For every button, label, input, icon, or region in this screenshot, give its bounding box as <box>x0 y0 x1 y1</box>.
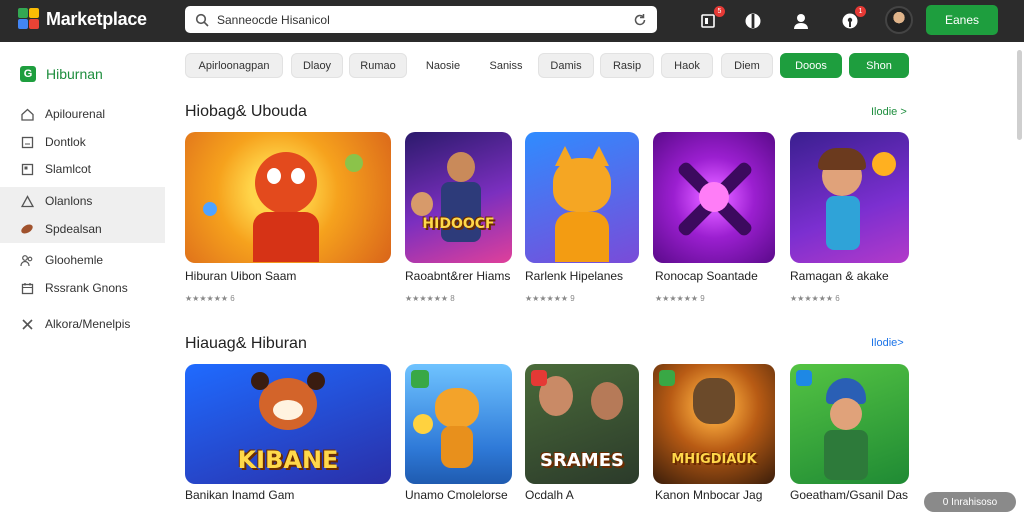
tools-icon <box>20 317 34 331</box>
app-card-art-text: SRAMES <box>540 450 624 471</box>
triangle-icon <box>20 194 34 208</box>
search-bar[interactable] <box>185 6 657 33</box>
app-card-art-text: MHIGDIAUK <box>671 452 757 467</box>
square-icon <box>20 162 34 176</box>
app-card-rating: ★★★★★★ 9 <box>655 294 705 303</box>
app-card-image[interactable]: HIDOOCF <box>405 132 512 263</box>
scrollbar[interactable] <box>1017 50 1022 140</box>
avatar[interactable] <box>885 6 913 34</box>
account-icon[interactable] <box>789 9 813 33</box>
app-card-title[interactable]: Ronocap Soantade <box>655 269 758 283</box>
app-card-image[interactable] <box>405 364 512 484</box>
app-card-image[interactable] <box>525 132 639 263</box>
footer-pill[interactable]: 0 Inrahisoso <box>924 492 1016 512</box>
app-card-title[interactable]: Raoabnt&rer Hiams <box>405 269 510 283</box>
app-card-art-text: HIDOOCF <box>422 216 495 232</box>
alerts-badge: 1 <box>855 6 866 17</box>
sidebar-item-people[interactable]: Gloohemle <box>0 246 165 274</box>
people-icon <box>20 253 34 267</box>
home-icon <box>20 107 34 121</box>
store-icon: G <box>20 66 36 82</box>
app-card-image[interactable] <box>790 132 909 263</box>
app-card-rating: ★★★★★★ 6 <box>790 294 840 303</box>
chip-filter[interactable]: Dlaoy <box>291 53 343 78</box>
alerts-icon[interactable]: 1 <box>838 6 866 33</box>
app-card-title[interactable]: Hiburan Uibon Saam <box>185 269 296 283</box>
app-card-image[interactable] <box>185 132 391 263</box>
see-more-link[interactable]: Ilodie> <box>871 337 904 349</box>
sidebar: G Hiburnan Apilourenal Dontlok Slamlcot … <box>0 42 165 512</box>
chip-filter[interactable]: Damis <box>538 53 594 78</box>
app-card-title[interactable]: Ramagan & akake <box>790 269 889 283</box>
chip-filter-active[interactable]: Dooos <box>780 53 842 78</box>
notification-badge: 5 <box>714 6 725 17</box>
brand-title: Marketplace <box>46 8 147 29</box>
app-card-title[interactable]: Banikan Inamd Gam <box>185 488 294 502</box>
chip-filter[interactable]: Rumao <box>349 53 407 78</box>
chip-filter[interactable]: Haok <box>661 53 713 78</box>
chip-filter[interactable]: Apirloonagpan <box>185 53 283 78</box>
app-card-image[interactable]: MHIGDIAUK <box>653 364 775 484</box>
document-icon <box>20 135 34 149</box>
app-card-image[interactable]: KIBANE <box>185 364 391 484</box>
app-card-image[interactable] <box>653 132 775 263</box>
chip-filter[interactable]: Diem <box>721 53 773 78</box>
app-card-rating: ★★★★★★ 8 <box>405 294 455 303</box>
notifications-icon[interactable]: 5 <box>697 6 725 33</box>
app-card-title[interactable]: Rarlenk Hipelanes <box>525 269 623 283</box>
chip-filter[interactable]: Naosie <box>415 53 471 78</box>
section-title: Hiobag& Ubouda <box>185 103 307 120</box>
app-card-rating: ★★★★★★ 6 <box>185 294 235 303</box>
play-icon[interactable] <box>741 9 765 33</box>
app-card-title[interactable]: Unamo Cmolelorse <box>405 488 508 502</box>
chip-filter[interactable]: Rasip <box>600 53 654 78</box>
sidebar-heading[interactable]: G Hiburnan <box>20 66 103 82</box>
search-icon <box>195 13 209 27</box>
search-input[interactable] <box>217 12 633 27</box>
sidebar-item-home[interactable]: Apilourenal <box>0 100 165 128</box>
top-bar: Marketplace 5 1 Eanes <box>0 0 1024 42</box>
sidebar-item-tools[interactable]: Alkora/Menelpis <box>0 310 165 338</box>
app-card-rating: ★★★★★★ 9 <box>525 294 575 303</box>
section-title: Hiauag& Hiburan <box>185 335 307 352</box>
app-card-art-text: KIBANE <box>237 446 339 474</box>
app-card-title[interactable]: Ocdalh A <box>525 488 574 502</box>
app-card-image[interactable]: SRAMES <box>525 364 639 484</box>
chip-filter[interactable]: Saniss <box>478 53 534 78</box>
brand[interactable]: Marketplace <box>18 8 147 30</box>
sidebar-item-square[interactable]: Slamlcot <box>0 155 165 183</box>
calendar-icon <box>20 281 34 295</box>
sidebar-item-sports[interactable]: Spdealsan <box>0 215 165 243</box>
see-more-link[interactable]: Ilodie > <box>871 106 907 118</box>
marketplace-logo-icon <box>18 8 40 30</box>
app-card-title[interactable]: Kanon Mnbocar Jag <box>655 488 762 502</box>
header-action-button[interactable]: Eanes <box>926 5 998 35</box>
refresh-icon[interactable] <box>633 13 647 27</box>
sidebar-item-triangle[interactable]: Olanlons <box>0 187 165 215</box>
sidebar-item-documents[interactable]: Dontlok <box>0 128 165 156</box>
app-card-title[interactable]: Goeatham/Gsanil Das <box>790 488 908 502</box>
sidebar-item-calendar[interactable]: Rssrank Gnons <box>0 274 165 302</box>
chip-filter-active[interactable]: Shon <box>849 53 909 78</box>
football-icon <box>20 222 34 236</box>
app-card-image[interactable] <box>790 364 909 484</box>
